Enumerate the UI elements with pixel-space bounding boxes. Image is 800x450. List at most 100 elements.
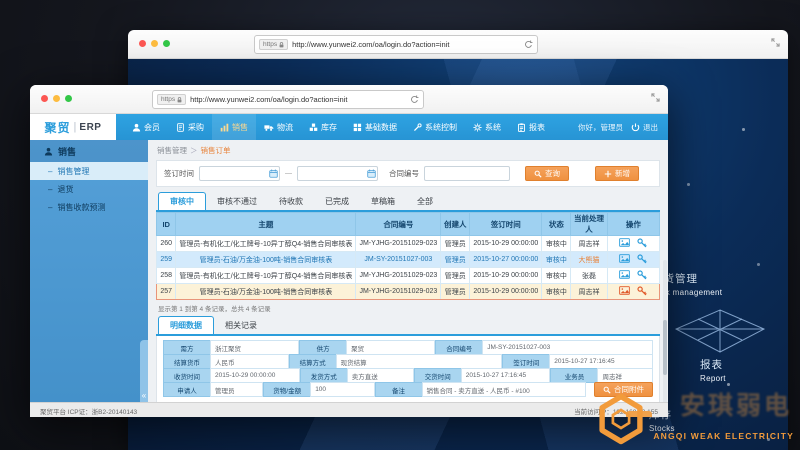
detail-field-label: 收货时间 (163, 368, 211, 383)
key-icon[interactable] (637, 270, 647, 280)
detail-field-label: 签订时间 (502, 354, 550, 369)
minimize-window-button[interactable] (151, 40, 158, 47)
calendar-icon[interactable] (269, 169, 278, 178)
vertical-scrollbar[interactable] (663, 260, 667, 410)
search-button[interactable]: 查询 (525, 166, 569, 181)
table-row[interactable]: 258管理员-有机化工/化工牌号-10异丁醇Q4-销售合同审核表JM-YJHG-… (157, 268, 660, 284)
breadcrumb: 销售管理＞销售订单 (157, 145, 660, 156)
status-tab-3[interactable]: 已完成 (314, 193, 360, 210)
footer-corner-tab[interactable] (626, 411, 652, 417)
view-image-icon[interactable] (619, 254, 630, 263)
table-row[interactable]: 260管理员-有机化工/化工牌号-10异丁醇Q4-销售合同审核表JM-YJHG-… (157, 236, 660, 252)
detail-field: 备注销售合同 - 卖方直送 - 人民币 - #100 (375, 382, 587, 397)
detail-field-label: 结算方式 (289, 354, 337, 369)
sidebar-item-0[interactable]: –销售管理 (30, 162, 148, 180)
key-icon[interactable] (637, 286, 647, 296)
logout-button[interactable]: 退出 (631, 122, 658, 133)
detail-field-value: 周志祥 (597, 368, 653, 383)
minimize-window-button[interactable] (53, 95, 60, 102)
nav-item-wrench[interactable]: 系统控制 (405, 114, 465, 140)
contract-no-input[interactable] (424, 166, 510, 181)
key-icon[interactable] (637, 254, 647, 264)
detail-field-label: 需方 (163, 340, 211, 355)
reload-icon[interactable] (410, 95, 419, 104)
breadcrumb-current: 销售订单 (201, 146, 231, 155)
operations-cell (607, 236, 659, 252)
detail-tab-0[interactable]: 明细数据 (158, 316, 214, 334)
logo-cn-text: 聚贸 (45, 119, 71, 136)
view-image-icon[interactable] (619, 238, 630, 247)
nav-item-label: 采购 (188, 122, 204, 133)
sidebar-item-1[interactable]: –退货 (30, 180, 148, 198)
back-site-item-report[interactable]: 报表Report (700, 357, 726, 383)
calendar-icon[interactable] (367, 169, 376, 178)
view-image-icon[interactable] (619, 286, 630, 295)
user-icon (132, 123, 141, 132)
nav-item-label: 销售 (232, 122, 248, 133)
date-to-input[interactable] (297, 166, 378, 181)
zoom-window-button[interactable] (163, 40, 170, 47)
breadcrumb-parent[interactable]: 销售管理 (157, 146, 187, 155)
add-button[interactable]: 新增 (595, 166, 639, 181)
table-cell: 管理员-石油/万金油-100吨-销售合同审核表 (176, 252, 356, 268)
orders-col-header: 签订时间 (470, 213, 542, 236)
dash-bullet: – (48, 203, 52, 212)
sidebar-section-sales[interactable]: 销售 (30, 140, 148, 162)
back-url-bar[interactable]: https http://www.yunwei2.com/oa/login.do… (254, 35, 538, 54)
sidebar-item-2[interactable]: –销售收款预测 (30, 198, 148, 216)
nav-item-boxes[interactable]: 库存 (301, 114, 345, 140)
truck-icon (264, 123, 274, 132)
detail-field: 收货时间2015-10-29 00:00:00 (163, 368, 300, 383)
sidebar-item-label: 销售管理 (57, 166, 89, 177)
scrollbar-thumb[interactable] (663, 320, 667, 375)
detail-field-label: 合同编号 (435, 340, 483, 355)
date-from-input[interactable] (199, 166, 280, 181)
table-row[interactable]: 257管理员-石油/万金油-100吨-销售合同审核表JM-YJHG-201510… (157, 284, 660, 300)
zoom-window-button[interactable] (65, 95, 72, 102)
detail-field-value: 2015-10-29 00:00:00 (210, 368, 300, 383)
nav-item-chart[interactable]: 销售 (212, 114, 256, 140)
chart-icon (220, 123, 229, 132)
detail-field: 需方浙江聚贸 (163, 340, 299, 355)
status-tab-5[interactable]: 全部 (406, 193, 444, 210)
nav-item-truck[interactable]: 物流 (256, 114, 301, 140)
detail-field-label: 货物/金额 (263, 382, 311, 397)
nav-item-clipboard[interactable]: 报表 (509, 114, 553, 140)
front-url-bar[interactable]: https http://www.yunwei2.com/oa/login.do… (152, 90, 424, 109)
nav-item-grid[interactable]: 基础数据 (345, 114, 405, 140)
close-window-button[interactable] (41, 95, 48, 102)
view-image-icon[interactable] (619, 270, 630, 279)
table-cell: 2015-10-27 00:00:00 (470, 252, 542, 268)
status-tab-0[interactable]: 审核中 (158, 192, 206, 210)
status-tab-2[interactable]: 待收款 (268, 193, 314, 210)
power-icon (631, 123, 640, 132)
table-row[interactable]: 259管理员-石油/万金油-100吨-销售合同审核表JM-SY-20151027… (157, 252, 660, 268)
close-window-button[interactable] (139, 40, 146, 47)
detail-field-label: 结算货币 (163, 354, 211, 369)
status-tab-4[interactable]: 草稿箱 (360, 193, 406, 210)
nav-item-user[interactable]: 会员 (124, 114, 168, 140)
sidebar-item-label: 销售收款预测 (57, 202, 105, 213)
nav-item-doc[interactable]: 采购 (168, 114, 212, 140)
front-traffic-lights[interactable] (41, 95, 72, 102)
status-tab-1[interactable]: 审核不通过 (206, 193, 268, 210)
fullscreen-icon[interactable] (651, 93, 660, 102)
orders-col-header: 主题 (176, 213, 356, 236)
nav-item-gear[interactable]: 系统 (465, 114, 509, 140)
back-item-en: Report (700, 374, 726, 383)
back-traffic-lights[interactable] (139, 40, 170, 47)
boxes-icon (309, 123, 318, 132)
app-logo[interactable]: 聚贸 | ERP (30, 114, 116, 140)
table-cell: 258 (157, 268, 176, 284)
fullscreen-icon[interactable] (771, 38, 780, 47)
contract-attachment-button[interactable]: 合同附件 (594, 382, 653, 397)
detail-tab-1[interactable]: 相关记录 (214, 317, 268, 334)
user-greeting[interactable]: 你好，管理员 (578, 122, 623, 133)
detail-field-label: 申请人 (163, 382, 211, 397)
back-item-en: Stocks (649, 424, 675, 433)
reload-icon[interactable] (524, 40, 533, 49)
table-cell: JM-SY-20151027-003 (356, 252, 441, 268)
table-cell: 2015-10-29 00:00:00 (470, 236, 542, 252)
nav-item-label: 系统 (485, 122, 501, 133)
key-icon[interactable] (637, 238, 647, 248)
